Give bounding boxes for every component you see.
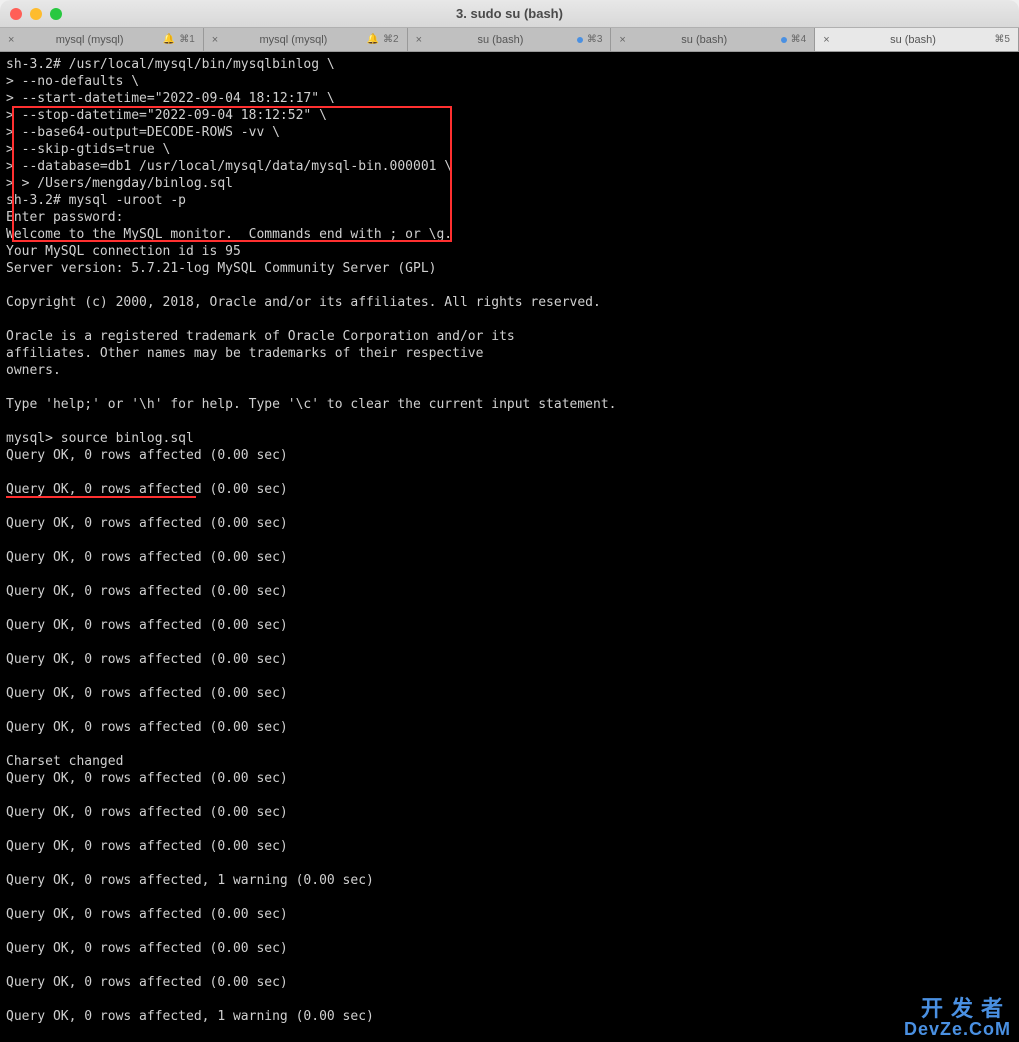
tab-label: su (bash) [628, 34, 781, 46]
tab-3[interactable]: ×su (bash) ⌘4 [611, 28, 815, 51]
terminal-line: Query OK, 0 rows affected (0.00 sec) [6, 447, 1013, 464]
terminal-content[interactable]: sh-3.2# /usr/local/mysql/bin/mysqlbinlog… [0, 52, 1019, 1042]
terminal-line: sh-3.2# /usr/local/mysql/bin/mysqlbinlog… [6, 56, 1013, 73]
terminal-line: > --base64-output=DECODE-ROWS -vv \ [6, 124, 1013, 141]
terminal-line [6, 532, 1013, 549]
close-icon[interactable]: × [619, 34, 625, 46]
tab-shortcut: ⌘2 [383, 34, 399, 45]
terminal-line [6, 923, 1013, 940]
terminal-line [6, 498, 1013, 515]
terminal-line [6, 889, 1013, 906]
terminal-line: Server version: 5.7.21-log MySQL Communi… [6, 260, 1013, 277]
terminal-line: sh-3.2# mysql -uroot -p [6, 192, 1013, 209]
tab-label: mysql (mysql) [220, 34, 366, 46]
terminal-line: > --start-datetime="2022-09-04 18:12:17"… [6, 90, 1013, 107]
titlebar[interactable]: 3. sudo su (bash) [0, 0, 1019, 28]
terminal-line [6, 464, 1013, 481]
terminal-line: > --no-defaults \ [6, 73, 1013, 90]
terminal-line: Query OK, 0 rows affected (0.00 sec) [6, 770, 1013, 787]
maximize-button[interactable] [50, 8, 62, 20]
tab-label: su (bash) [832, 34, 995, 46]
terminal-line [6, 311, 1013, 328]
terminal-line: > > /Users/mengday/binlog.sql [6, 175, 1013, 192]
traffic-lights [10, 8, 62, 20]
activity-dot-icon [781, 37, 787, 43]
terminal-line: Query OK, 0 rows affected (0.00 sec) [6, 719, 1013, 736]
terminal-line: Type 'help;' or '\h' for help. Type '\c'… [6, 396, 1013, 413]
watermark: 开发者 DevZe.CoM [904, 998, 1011, 1038]
terminal-line: Query OK, 0 rows affected (0.00 sec) [6, 685, 1013, 702]
terminal-line: > --skip-gtids=true \ [6, 141, 1013, 158]
terminal-line: > --stop-datetime="2022-09-04 18:12:52" … [6, 107, 1013, 124]
close-icon[interactable]: × [823, 34, 829, 46]
tab-1[interactable]: ×mysql (mysql)🔔 ⌘2 [204, 28, 408, 51]
terminal-line: Query OK, 0 rows affected (0.00 sec) [6, 515, 1013, 532]
terminal-line: affiliates. Other names may be trademark… [6, 345, 1013, 362]
terminal-line [6, 957, 1013, 974]
window-title: 3. sudo su (bash) [0, 6, 1019, 21]
tab-indicators: 🔔 ⌘2 [367, 34, 399, 45]
watermark-top: 开发者 [904, 998, 1011, 1020]
tab-indicators: 🔔 ⌘1 [163, 34, 195, 45]
terminal-line: Query OK, 0 rows affected (0.00 sec) [6, 651, 1013, 668]
activity-dot-icon [577, 37, 583, 43]
terminal-line: owners. [6, 362, 1013, 379]
terminal-line: Oracle is a registered trademark of Orac… [6, 328, 1013, 345]
terminal-line [6, 855, 1013, 872]
tab-shortcut: ⌘4 [791, 34, 807, 45]
close-icon[interactable]: × [416, 34, 422, 46]
terminal-line: Enter password: [6, 209, 1013, 226]
terminal-line [6, 379, 1013, 396]
terminal-line: Charset changed [6, 753, 1013, 770]
close-icon[interactable]: × [8, 34, 14, 46]
terminal-line: Query OK, 0 rows affected, 1 warning (0.… [6, 1008, 1013, 1025]
terminal-line [6, 787, 1013, 804]
tab-bar: ×mysql (mysql)🔔⌘1×mysql (mysql)🔔⌘2×su (b… [0, 28, 1019, 52]
terminal-line: Query OK, 0 rows affected (0.00 sec) [6, 974, 1013, 991]
terminal-line: Query OK, 0 rows affected (0.00 sec) [6, 583, 1013, 600]
tab-indicators: ⌘5 [994, 34, 1010, 45]
terminal-line [6, 991, 1013, 1008]
tab-2[interactable]: ×su (bash) ⌘3 [408, 28, 612, 51]
terminal-line [6, 277, 1013, 294]
terminal-line [6, 821, 1013, 838]
bell-icon: 🔔 [163, 34, 175, 45]
terminal-line: Query OK, 0 rows affected (0.00 sec) [6, 549, 1013, 566]
watermark-bottom: DevZe.CoM [904, 1020, 1011, 1038]
tab-shortcut: ⌘5 [994, 34, 1010, 45]
tab-shortcut: ⌘1 [179, 34, 195, 45]
tab-indicators: ⌘4 [781, 34, 807, 45]
terminal-line: mysql> source binlog.sql [6, 430, 1013, 447]
terminal-line: Query OK, 0 rows affected (0.00 sec) [6, 838, 1013, 855]
tab-0[interactable]: ×mysql (mysql)🔔 ⌘1 [0, 28, 204, 51]
terminal-line [6, 736, 1013, 753]
terminal-line [6, 413, 1013, 430]
close-button[interactable] [10, 8, 22, 20]
terminal-line [6, 702, 1013, 719]
terminal-line: Query OK, 0 rows affected (0.00 sec) [6, 481, 1013, 498]
terminal-line [6, 566, 1013, 583]
tab-indicators: ⌘3 [577, 34, 603, 45]
terminal-line: Query OK, 0 rows affected (0.00 sec) [6, 617, 1013, 634]
terminal-window: 3. sudo su (bash) ×mysql (mysql)🔔⌘1×mysq… [0, 0, 1019, 1042]
close-icon[interactable]: × [212, 34, 218, 46]
tab-label: mysql (mysql) [16, 34, 162, 46]
terminal-line [6, 600, 1013, 617]
minimize-button[interactable] [30, 8, 42, 20]
tab-4[interactable]: ×su (bash)⌘5 [815, 28, 1019, 51]
terminal-line: Query OK, 0 rows affected (0.00 sec) [6, 940, 1013, 957]
terminal-line: Query OK, 0 rows affected (0.00 sec) [6, 906, 1013, 923]
bell-icon: 🔔 [367, 34, 379, 45]
tab-shortcut: ⌘3 [587, 34, 603, 45]
terminal-line [6, 668, 1013, 685]
terminal-line: > --database=db1 /usr/local/mysql/data/m… [6, 158, 1013, 175]
terminal-line: Copyright (c) 2000, 2018, Oracle and/or … [6, 294, 1013, 311]
terminal-line: Query OK, 0 rows affected (0.00 sec) [6, 804, 1013, 821]
terminal-line [6, 634, 1013, 651]
terminal-line: Welcome to the MySQL monitor. Commands e… [6, 226, 1013, 243]
terminal-line: Query OK, 0 rows affected, 1 warning (0.… [6, 872, 1013, 889]
tab-label: su (bash) [424, 34, 577, 46]
terminal-line: Your MySQL connection id is 95 [6, 243, 1013, 260]
